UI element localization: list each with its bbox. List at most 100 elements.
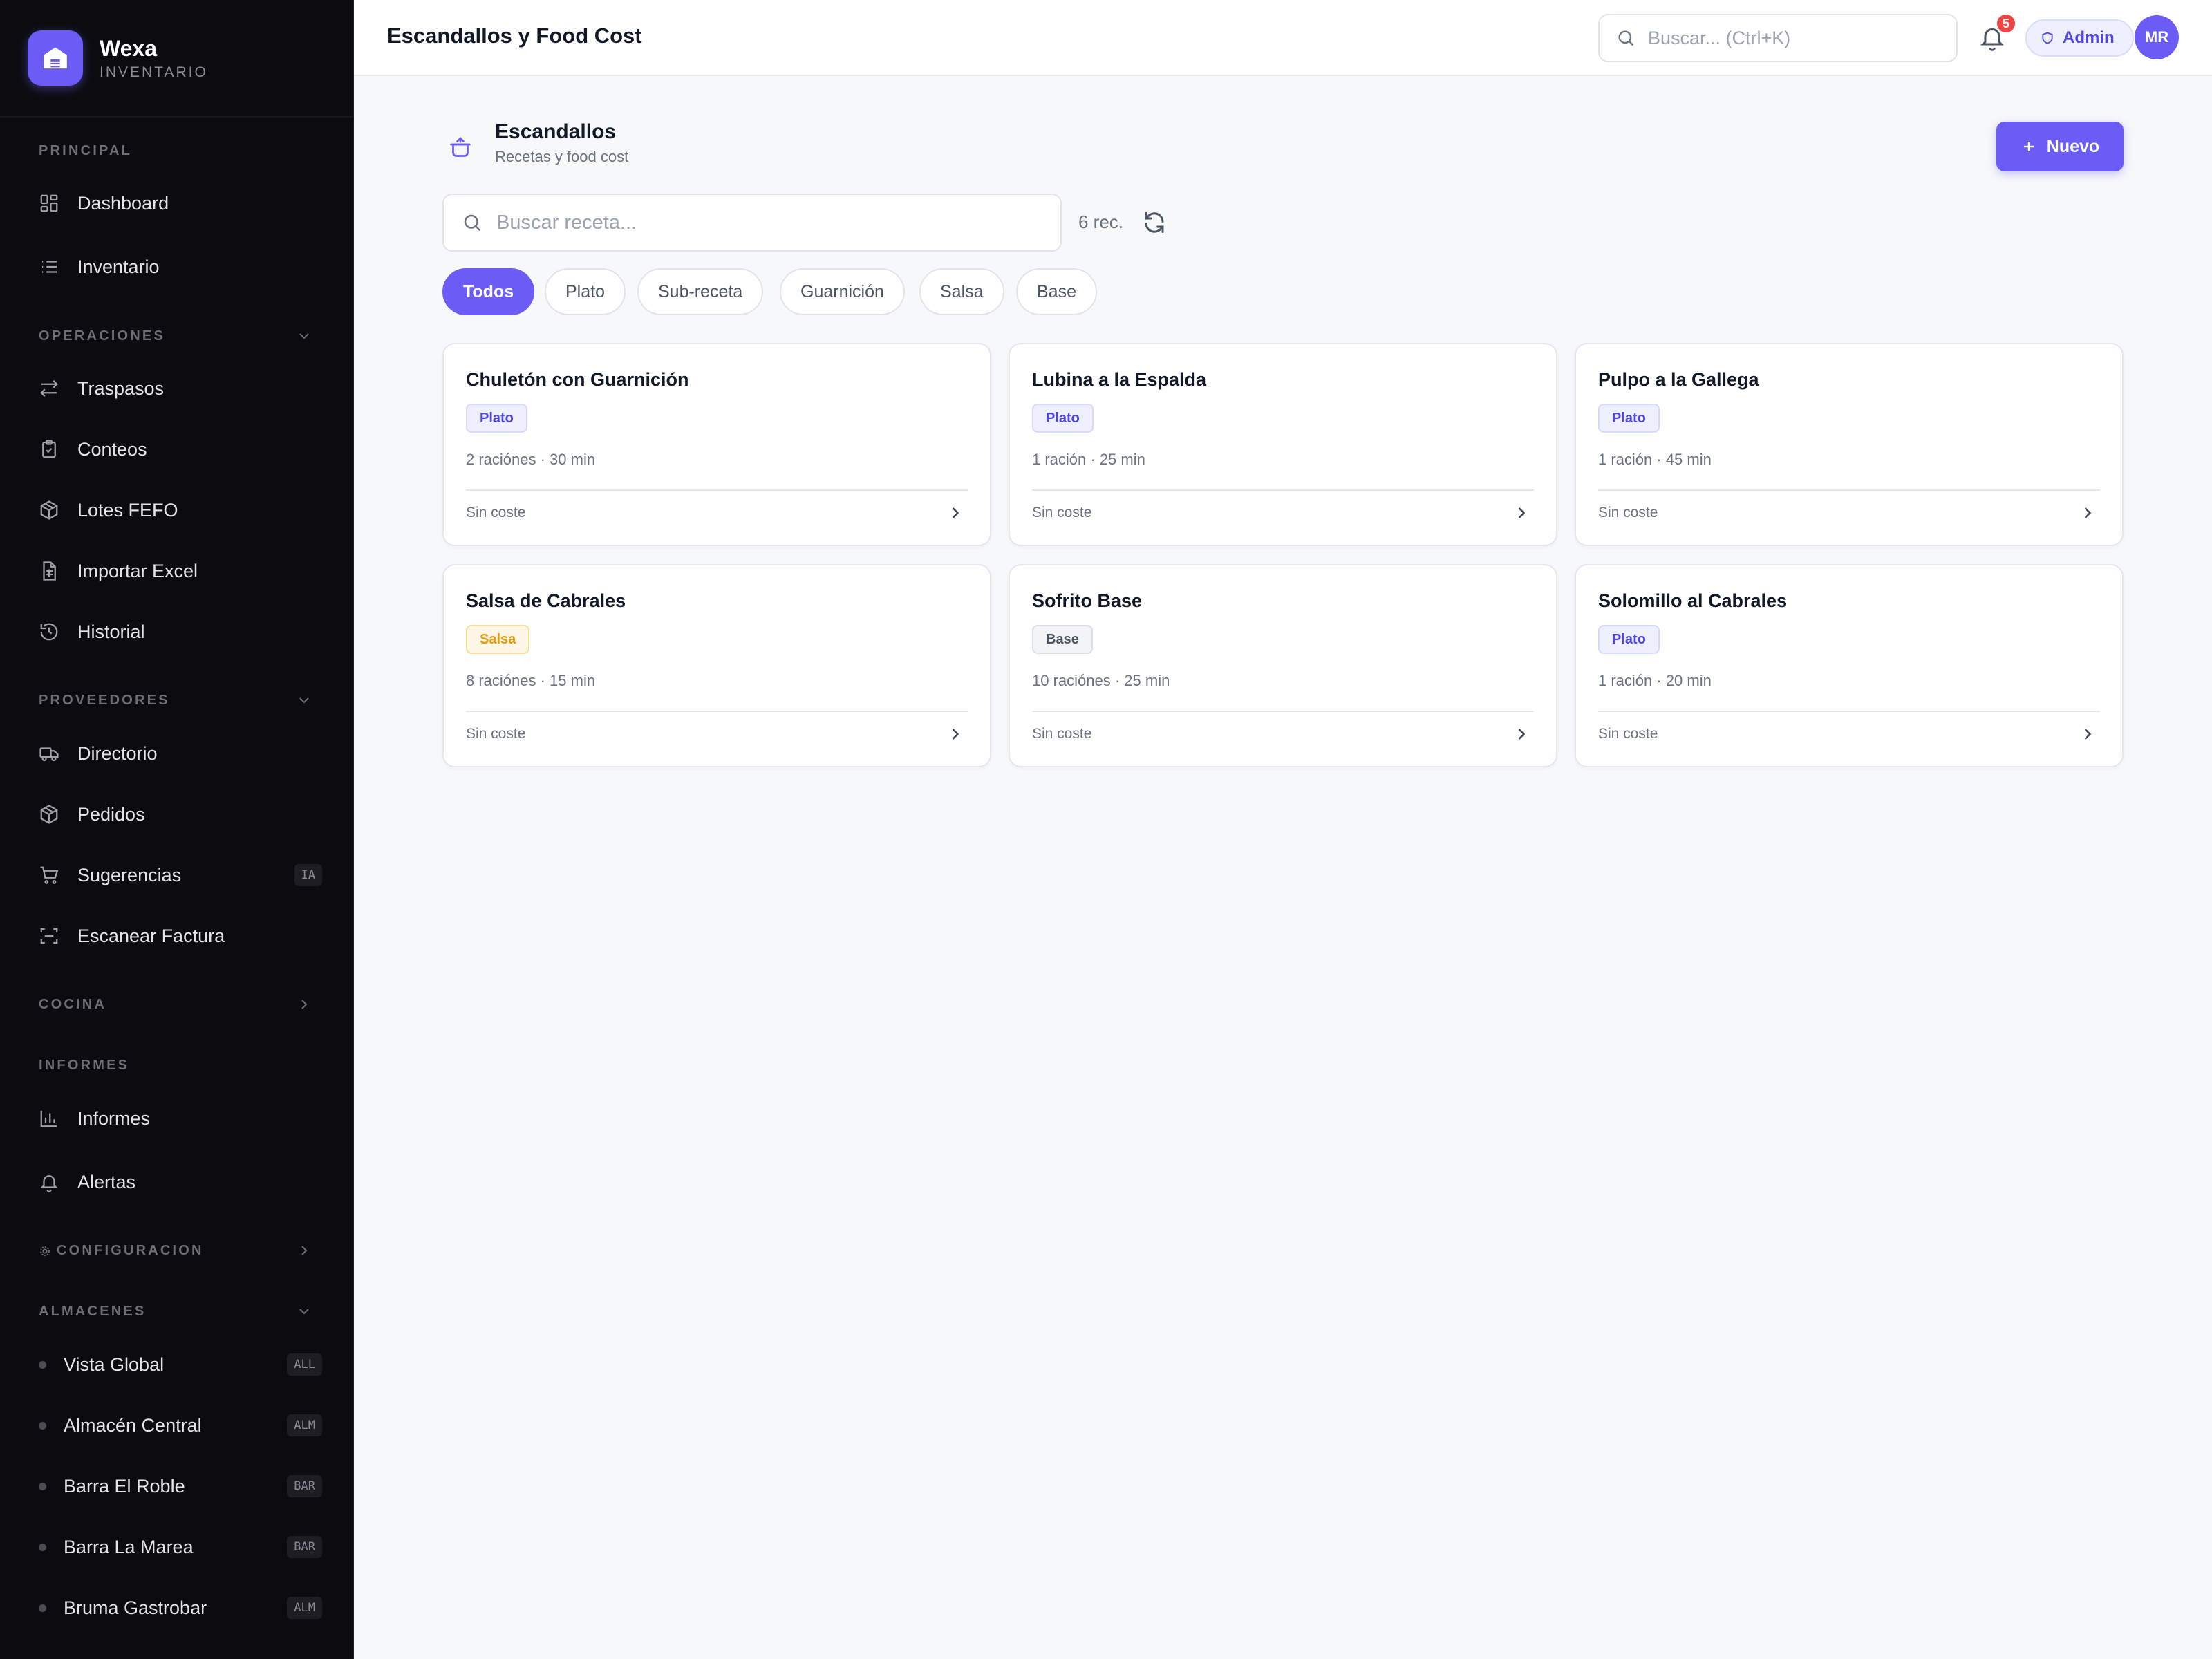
section-cocina[interactable]: COCINA bbox=[39, 997, 106, 1013]
recipe-meta: 2 raciónes · 30 min bbox=[466, 451, 596, 468]
warehouse-code-badge: BAR bbox=[287, 1536, 322, 1558]
chevron-down-icon[interactable] bbox=[296, 328, 312, 344]
global-search-input[interactable] bbox=[1648, 27, 1938, 49]
spreadsheet-icon bbox=[43, 561, 56, 581]
recipe-card[interactable]: Chuletón con Guarnición Plato 2 raciónes… bbox=[442, 343, 991, 546]
sidebar-item-lotes-fefo[interactable]: Lotes FEFO bbox=[39, 491, 322, 529]
chevron-right-icon[interactable] bbox=[296, 996, 312, 1013]
warehouse-label: Barra El Roble bbox=[64, 1475, 185, 1497]
filter-chip-plato[interactable]: Plato bbox=[545, 268, 626, 315]
recipe-card[interactable]: Solomillo al Cabrales Plato 1 ración · 2… bbox=[1575, 564, 2124, 767]
warehouse-icon bbox=[28, 30, 83, 86]
recipe-count: 6 rec. bbox=[1078, 212, 1124, 232]
recipe-card[interactable]: Salsa de Cabrales Salsa 8 raciónes · 15 … bbox=[442, 564, 991, 767]
chevron-right-icon[interactable] bbox=[946, 724, 965, 744]
recipe-name: Lubina a la Espalda bbox=[1032, 369, 1207, 390]
recipe-type-badge: Plato bbox=[466, 404, 527, 433]
chevron-right-icon[interactable] bbox=[2078, 503, 2097, 523]
sidebar-item-pedidos[interactable]: Pedidos bbox=[39, 795, 322, 834]
recipe-card[interactable]: Pulpo a la Gallega Plato 1 ración · 45 m… bbox=[1575, 343, 2124, 546]
warehouse-code-badge: ALL bbox=[287, 1353, 322, 1376]
chevron-down-icon[interactable] bbox=[296, 1303, 312, 1320]
search-icon bbox=[464, 214, 481, 232]
avatar[interactable]: MR bbox=[2135, 15, 2179, 59]
sidebar-item-traspasos[interactable]: Traspasos bbox=[39, 369, 322, 408]
filter-chip-sub-receta[interactable]: Sub-receta bbox=[637, 268, 764, 315]
card-divider bbox=[1598, 489, 2100, 491]
chevron-down-icon[interactable] bbox=[296, 692, 312, 709]
recipe-name: Salsa de Cabrales bbox=[466, 590, 626, 611]
warehouse-item-vista-global[interactable]: Vista Global ALL bbox=[39, 1345, 322, 1384]
sidebar-item-label: Lotes FEFO bbox=[77, 499, 178, 521]
section-principal: PRINCIPAL bbox=[39, 143, 133, 158]
chevron-right-icon[interactable] bbox=[2078, 724, 2097, 744]
recipe-search[interactable] bbox=[442, 194, 1062, 252]
list-icon bbox=[42, 261, 57, 273]
section-configuracion-label: CONFIGURACION bbox=[57, 1243, 204, 1258]
warehouse-code-badge: ALM bbox=[287, 1597, 322, 1619]
warehouse-label: Almacén Central bbox=[64, 1414, 202, 1436]
global-search[interactable] bbox=[1598, 14, 1958, 62]
sidebar-item-historial[interactable]: Historial bbox=[39, 612, 322, 651]
plus-icon bbox=[2023, 142, 2034, 151]
recipe-search-input[interactable] bbox=[496, 211, 1035, 234]
filter-chip-todos[interactable]: Todos bbox=[442, 268, 535, 315]
sidebar-item-importar-excel[interactable]: Importar Excel bbox=[39, 552, 322, 590]
topbar: Escandallos y Food Cost 5 Admin MR bbox=[354, 0, 2212, 76]
recipe-cost: Sin coste bbox=[466, 726, 526, 742]
card-divider bbox=[466, 489, 968, 491]
sidebar-item-directorio[interactable]: Directorio bbox=[39, 734, 322, 773]
chevron-right-icon[interactable] bbox=[296, 1242, 312, 1259]
brand[interactable]: Wexa INVENTARIO bbox=[0, 0, 353, 118]
sidebar-item-inventario[interactable]: Inventario bbox=[39, 247, 322, 286]
sidebar-item-conteos[interactable]: Conteos bbox=[39, 430, 322, 469]
page-title: Escandallos y Food Cost bbox=[387, 24, 642, 48]
refresh-icon[interactable] bbox=[1142, 210, 1167, 235]
section-almacenes[interactable]: ALMACENES bbox=[39, 1304, 146, 1320]
section-subtitle: Recetas y food cost bbox=[495, 148, 629, 165]
sidebar-item-dashboard[interactable]: Dashboard bbox=[39, 184, 322, 223]
warehouse-label: Barra La Marea bbox=[64, 1536, 194, 1557]
sidebar-item-label: Dashboard bbox=[77, 192, 169, 214]
section-title: Escandallos bbox=[495, 120, 617, 143]
clipboard-icon bbox=[42, 440, 56, 458]
warehouse-item-bruma-gastrobar[interactable]: Bruma Gastrobar ALM bbox=[39, 1588, 322, 1627]
new-recipe-button[interactable]: Nuevo bbox=[1996, 122, 2124, 171]
filter-chip-salsa[interactable]: Salsa bbox=[919, 268, 1004, 315]
transfer-icon bbox=[40, 379, 58, 397]
chef-pot-icon bbox=[450, 137, 471, 157]
card-divider bbox=[1598, 711, 2100, 712]
history-icon bbox=[40, 623, 58, 641]
bell-icon bbox=[40, 1175, 58, 1192]
section-operaciones[interactable]: OPERACIONES bbox=[39, 328, 165, 344]
recipe-name: Pulpo a la Gallega bbox=[1598, 369, 1759, 390]
package-icon bbox=[40, 805, 58, 824]
recipe-name: Chuletón con Guarnición bbox=[466, 369, 689, 390]
filter-chip-base[interactable]: Base bbox=[1016, 268, 1097, 315]
section-configuracion[interactable]: CONFIGURACION bbox=[39, 1243, 204, 1259]
card-divider bbox=[1032, 489, 1534, 491]
filter-chip-guarnicion[interactable]: Guarnición bbox=[780, 268, 905, 315]
warehouse-item-barra-la-marea[interactable]: Barra La Marea BAR bbox=[39, 1528, 322, 1566]
sidebar-item-escanear-factura[interactable]: Escanear Factura bbox=[39, 917, 322, 955]
section-proveedores[interactable]: PROVEEDORES bbox=[39, 693, 170, 709]
chevron-right-icon[interactable] bbox=[1512, 503, 1531, 523]
chevron-right-icon[interactable] bbox=[1512, 724, 1531, 744]
sidebar-item-label: Directorio bbox=[77, 742, 158, 764]
recipe-cost: Sin coste bbox=[1032, 726, 1092, 742]
chevron-right-icon[interactable] bbox=[946, 503, 965, 523]
role-badge[interactable]: Admin bbox=[2025, 19, 2134, 57]
recipe-card[interactable]: Sofrito Base Base 10 raciónes · 25 min S… bbox=[1009, 564, 1557, 767]
sidebar-item-label: Alertas bbox=[77, 1171, 136, 1192]
main-content: Escandallos Recetas y food cost Nuevo 6 … bbox=[354, 76, 2212, 1659]
sidebar-item-alertas[interactable]: Alertas bbox=[39, 1163, 322, 1201]
sidebar-item-label: Sugerencias bbox=[77, 864, 182, 885]
recipe-card[interactable]: Lubina a la Espalda Plato 1 ración · 25 … bbox=[1009, 343, 1557, 546]
sidebar-item-sugerencias[interactable]: Sugerencias IA bbox=[39, 856, 322, 894]
recipe-type-badge: Plato bbox=[1032, 404, 1094, 433]
sidebar-item-informes[interactable]: Informes bbox=[39, 1099, 322, 1138]
sidebar-item-label: Escanear Factura bbox=[77, 925, 225, 946]
recipe-type-badge: Salsa bbox=[466, 625, 530, 654]
warehouse-item-almacen-central[interactable]: Almacén Central ALM bbox=[39, 1406, 322, 1445]
warehouse-item-barra-el-roble[interactable]: Barra El Roble BAR bbox=[39, 1467, 322, 1506]
